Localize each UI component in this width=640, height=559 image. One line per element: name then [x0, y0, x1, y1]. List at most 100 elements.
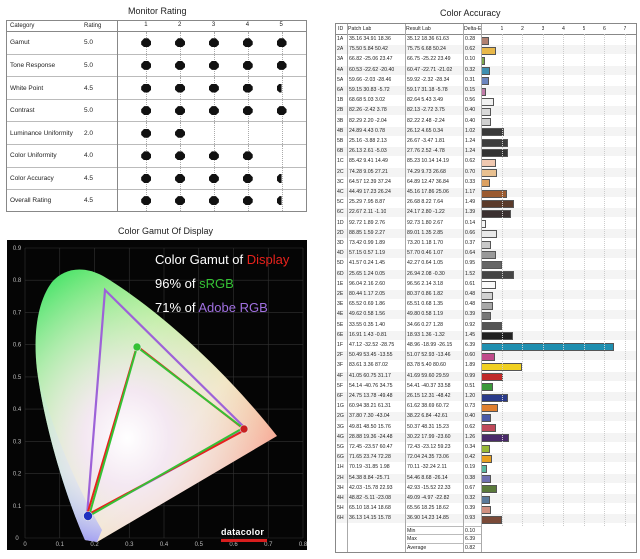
delta-tick-label: 2: [521, 26, 524, 32]
accuracy-row: 4A 60.53 -22.62 -20.40 60.47 -22.71 -21.02…: [336, 65, 636, 76]
delta-e-bar: [481, 107, 492, 116]
delta-e: 0.99: [465, 372, 476, 379]
patch-lab: 65.10 18.14 18.68: [349, 505, 391, 512]
patch-id: 2H: [337, 474, 344, 481]
delta-e-bar: [481, 424, 496, 433]
delta-gridline: [522, 34, 523, 526]
delta-e-bar: [481, 444, 490, 453]
rating-dot: [208, 196, 219, 206]
rating-gridline: [281, 167, 283, 190]
delta-e-bar: [481, 240, 491, 249]
rating-header: Rating: [81, 21, 118, 32]
patch-lab: 41.05 60.75 31.17: [349, 372, 391, 379]
column-separator: [463, 24, 464, 552]
accuracy-row: 4D 57.15 0.57 1.19 57.70 0.46 1.07 0.64: [336, 249, 636, 259]
y-tick-label: 0.8: [13, 278, 22, 284]
result-lab: 65.51 0.68 1.35: [407, 301, 444, 308]
patch-lab: 83.61 3.36 87.02: [349, 362, 388, 369]
delta-e: 1.52: [465, 270, 476, 277]
delta-e: 0.48: [465, 301, 476, 308]
rating-dots: [117, 53, 306, 77]
delta-e: 1.49: [465, 199, 476, 206]
result-lab: 72.43 -23.12 59.23: [407, 444, 451, 450]
delta-e: 0.66: [465, 229, 476, 236]
y-tick-label: 0: [15, 536, 19, 542]
y-tick-label: 0.3: [13, 439, 22, 445]
accuracy-row: 1F 47.12 -32.52 -28.75 48.96 -18.99 -26.15…: [336, 341, 636, 351]
y-tick-label: 0.2: [13, 472, 22, 478]
accuracy-row: 5G 72.45 -23.57 60.47 72.43 -23.12 59.23 0.…: [336, 443, 636, 453]
rating-dot: [175, 38, 186, 48]
monitor-rating-title: Monitor Rating: [128, 6, 187, 16]
result-lab: 54.41 -40.37 33.58: [407, 382, 451, 389]
rating-dots: [117, 189, 306, 211]
rating-dot: [208, 83, 219, 93]
accuracy-row: 5D 41.57 0.24 1.45 42.27 0.64 1.05 0.95: [336, 259, 636, 269]
accuracy-row: 5A 59.66 -2.03 -28.46 59.92 -2.32 -28.34 0.…: [336, 76, 636, 86]
delta-e: 0.67: [465, 484, 476, 491]
monitor-rating-table: Category Rating 12345 Gamut 5.0 Tone Respo…: [6, 20, 307, 212]
id-header: ID: [338, 26, 344, 32]
rating-dot: [242, 83, 253, 93]
rating-dot: [141, 83, 152, 93]
result-lab: 65.56 18.25 18.62: [407, 505, 449, 512]
result-lab: 45.16 17.86 25.06: [407, 189, 449, 195]
accuracy-row: 3H 42.03 -15.78 22.93 42.93 -15.52 22.33 0.…: [336, 484, 636, 494]
result-lab: 60.47 -22.71 -21.02: [407, 66, 453, 73]
accuracy-row: 1D 92.72 1.89 2.76 92.73 1.80 2.67 0.14: [336, 219, 636, 229]
patch-lab: 25.65 1.24 0.05: [349, 270, 386, 277]
gamut-chart: 0 0.1 0.2 0.3 0.4 0.5 0.6 0.7 0.8 0 0.1 0.2 0.3 0.4 0.…: [7, 240, 307, 550]
rating-dot: [242, 60, 253, 70]
delta-e: 0.61: [465, 280, 476, 287]
delta-e-bar: [481, 291, 493, 300]
result-lab: 18.93 1.36 -1.32: [407, 331, 445, 338]
accuracy-row: 2F 50.49 53.45 -13.55 51.07 52.93 -13.46 0.…: [336, 351, 636, 361]
patch-id: 3G: [337, 423, 344, 430]
accuracy-row: 4F 41.05 60.75 31.17 41.69 59.60 29.59 0.99: [336, 371, 636, 382]
result-lab: 41.69 59.60 29.59: [407, 372, 449, 379]
result-lab: 82.22 2.48 -2.24: [407, 117, 445, 124]
patch-id: 1A: [337, 36, 344, 42]
accuracy-row: 6F 24.75 13.78 -49.48 26.15 12.31 -48.42 1.…: [336, 392, 636, 402]
delta-tick-label: 3: [541, 26, 545, 32]
result-lab: 26.15 12.31 -48.42: [407, 393, 451, 399]
rating-dot: [141, 173, 152, 183]
delta-e-bar: [481, 413, 492, 422]
rating-category: Gamut: [7, 31, 81, 55]
accuracy-row: 4G 28.88 19.36 -24.48 30.22 17.99 -23.60 1.…: [336, 432, 636, 443]
x-tick-label: 0.1: [56, 542, 65, 548]
delta-e: 0.60: [465, 352, 476, 359]
result-lab: 75.75 6.68 50.24: [407, 46, 446, 53]
patch-lab: 82.26 -2.42 3.78: [349, 107, 387, 114]
rating-row: Overall Rating 4.5: [7, 189, 306, 211]
delta-tick-label: 1: [500, 26, 504, 32]
delta-e-bar: [481, 250, 497, 259]
delta-e: 0.33: [465, 178, 476, 185]
delta-e-bar: [481, 281, 496, 290]
patch-id: 4H: [337, 495, 344, 501]
accuracy-row: 3D 73.42 0.99 1.89 73.20 1.18 1.70 0.37: [336, 239, 636, 249]
rating-dot: [208, 151, 219, 161]
result-lab: 26.12 4.65 0.34: [407, 127, 444, 134]
delta-e: 0.38: [465, 474, 476, 481]
patch-lab: 24.75 13.78 -49.48: [349, 393, 393, 399]
patch-id: 6D: [337, 270, 344, 277]
patch-lab: 92.72 1.89 2.76: [349, 219, 386, 226]
rating-row: White Point 4.5: [7, 76, 306, 100]
scale-tick-label: 1: [144, 22, 148, 28]
rating-dot: [175, 196, 186, 206]
patch-lab: 60.53 -22.62 -20.40: [349, 66, 395, 73]
delta-e: 0.39: [465, 505, 476, 512]
accuracy-row: 2B 82.26 -2.42 3.78 82.13 -2.72 3.75 0.40: [336, 106, 636, 116]
rating-dot: [141, 151, 152, 161]
delta-e-bar: [481, 271, 515, 280]
patch-lab: 33.55 0.35 1.40: [349, 321, 386, 328]
delta-e-bar: [481, 148, 509, 157]
patch-id: 5F: [337, 382, 344, 389]
result-lab: 36.90 14.23 14.85: [407, 515, 449, 522]
accuracy-row: 3F 83.61 3.36 87.02 83.78 5.40 80.60 1.89: [336, 361, 636, 371]
delta-e-bar: [481, 352, 496, 361]
patch-id: 2G: [337, 413, 344, 420]
patch-lab: 96.04 2.16 2.60: [349, 280, 386, 287]
accuracy-row: 3E 65.52 0.69 1.86 65.51 0.68 1.35 0.48: [336, 300, 636, 310]
